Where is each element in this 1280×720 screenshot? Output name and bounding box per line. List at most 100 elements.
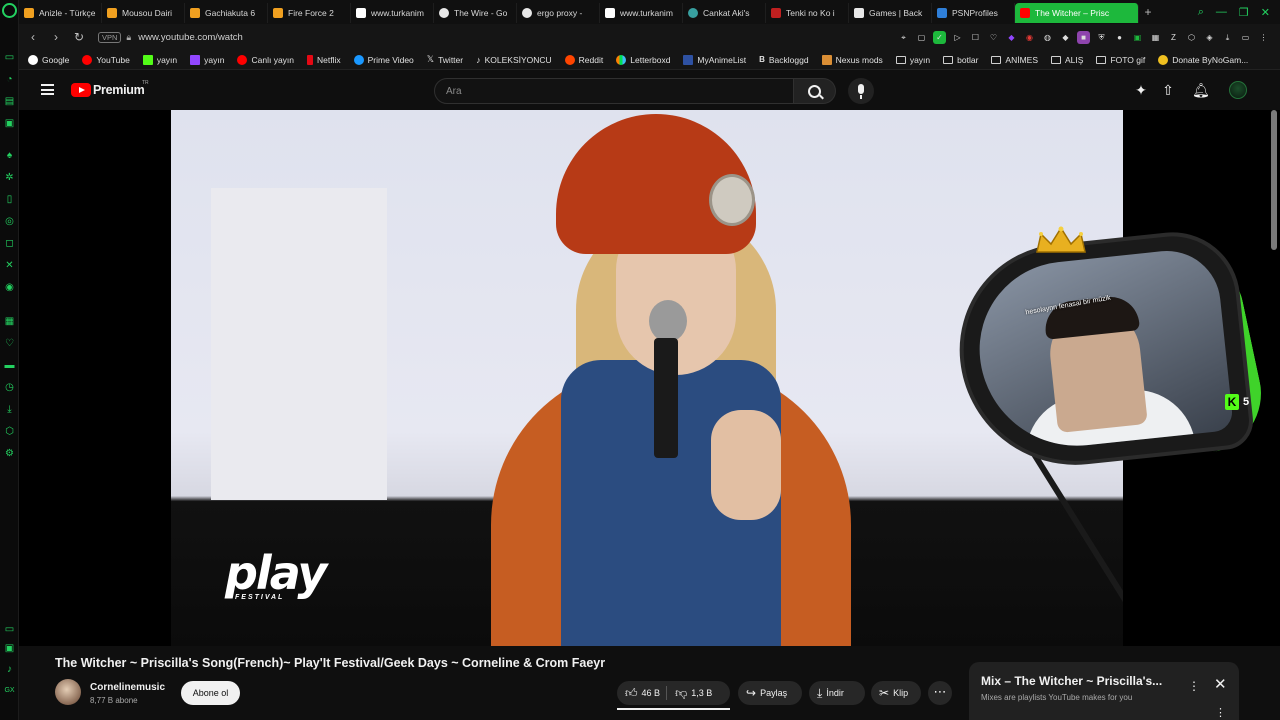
mix-close-icon[interactable]: ✕ <box>1214 675 1227 693</box>
more-actions-button[interactable]: ⋯ <box>928 681 952 705</box>
whatsapp-icon[interactable]: ◎ <box>4 216 15 227</box>
clip-button[interactable]: ✂ Klip <box>871 681 921 705</box>
tab[interactable]: Gachiakuta 6 <box>185 3 268 23</box>
thumbs-down-icon[interactable]: 👎︎ <box>675 686 687 701</box>
bookmark-item[interactable]: Netflix <box>307 54 341 65</box>
bookmark-item[interactable]: yayın <box>142 54 177 65</box>
bookmark-folder[interactable]: ALIŞ <box>1051 55 1083 65</box>
thumbs-up-icon[interactable]: 👍︎ <box>625 686 638 701</box>
tab[interactable]: Mousou Dairi <box>102 3 185 23</box>
youtube-logo-icon[interactable] <box>71 83 91 97</box>
settings-gear-icon[interactable]: ⚙ <box>4 448 15 459</box>
bookmark-item[interactable]: Google <box>28 54 69 65</box>
pin-icon[interactable]: ⌖ <box>897 31 910 44</box>
tab[interactable]: Games | Back <box>849 3 932 23</box>
youtube-brand[interactable]: Premium <box>93 83 145 97</box>
bookmark-item[interactable]: 𝕏 Twitter <box>427 54 463 65</box>
bookmark-item[interactable]: Nexus mods <box>821 54 883 65</box>
tab[interactable]: ergo proxy - <box>517 3 600 23</box>
gx-corner-icon[interactable]: ▤ <box>4 96 15 107</box>
bookmark-item[interactable]: MyAnimeList <box>683 54 746 65</box>
new-tab-button[interactable]: + <box>1139 5 1157 19</box>
battery-icon[interactable]: ▬ <box>4 360 15 371</box>
create-icon[interactable]: ✦ <box>1133 82 1149 98</box>
tab[interactable]: Anizle - Türkçe <box>19 3 102 23</box>
url-field[interactable]: www.youtube.com/watch <box>138 32 243 43</box>
hamburger-menu-icon[interactable] <box>41 84 54 95</box>
maximize-icon[interactable]: ❐ <box>1239 6 1249 19</box>
mix-title[interactable]: Mix – The Witcher ~ Priscilla's... <box>981 674 1162 688</box>
ext-cube-icon[interactable]: ◈ <box>1203 31 1216 44</box>
upload-arrow-icon[interactable]: ⇧ <box>1160 82 1176 98</box>
ext-shield-icon[interactable]: ⛨ <box>1095 31 1108 44</box>
search-button[interactable] <box>794 78 836 104</box>
bookmark-folder[interactable]: ANİMES <box>991 55 1038 65</box>
tab[interactable]: www.turkanim <box>600 3 683 23</box>
search-input[interactable] <box>435 79 775 103</box>
ext-z-icon[interactable]: Z <box>1167 31 1180 44</box>
chatgpt-icon[interactable]: ✲ <box>4 172 15 183</box>
search-tabs-icon[interactable]: ⌕ <box>1198 6 1204 19</box>
music-icon[interactable]: ♪ <box>4 664 15 675</box>
tab[interactable]: Cankat Aki's <box>683 3 766 23</box>
tab[interactable]: The Wire - Go <box>434 3 517 23</box>
bookmark-item[interactable]: yayın <box>190 54 224 65</box>
ext-bttv-icon[interactable]: ▦ <box>1149 31 1162 44</box>
vpn-badge[interactable]: VPN <box>98 31 122 43</box>
close-icon[interactable]: ✕ <box>1261 6 1270 19</box>
menu-icon[interactable]: ⋮ <box>1257 31 1270 44</box>
messenger-icon[interactable]: ▣ <box>4 118 15 129</box>
x-icon[interactable]: ✕ <box>4 260 15 271</box>
camera-icon[interactable]: ▭ <box>1239 31 1252 44</box>
bookmark-item[interactable]: Letterboxd <box>616 54 670 65</box>
back-arrow-icon[interactable]: ‹ <box>24 30 42 44</box>
bookmark-item[interactable]: B Backloggd <box>759 55 808 65</box>
mix-item-menu-icon[interactable]: ⋮ <box>1215 706 1226 719</box>
heart-outline-icon[interactable]: ♡ <box>987 31 1000 44</box>
tab[interactable]: PSNProfiles <box>932 3 1015 23</box>
like-count[interactable]: 46 B <box>642 688 661 698</box>
bookmark-folder[interactable]: yayın <box>895 55 930 65</box>
ext-diamond-icon[interactable]: ◆ <box>1059 31 1072 44</box>
gx-cleaner-icon[interactable]: ◔ <box>4 74 15 85</box>
heart-icon[interactable]: ♡ <box>4 338 15 349</box>
tab[interactable]: Tenki no Ko i <box>766 3 849 23</box>
bookmark-icon[interactable]: ☐ <box>969 31 982 44</box>
ext-green-icon[interactable]: ▣ <box>1131 31 1144 44</box>
bookmark-item[interactable]: Canlı yayın <box>237 54 294 65</box>
tab-active[interactable]: The Witcher – Prisc <box>1015 3 1139 23</box>
channel-avatar[interactable] <box>55 679 81 705</box>
apps-grid-icon[interactable]: ▦ <box>4 316 15 327</box>
game-icon[interactable]: ♠ <box>4 150 15 161</box>
cpu-limiter-icon[interactable]: ▭ <box>4 624 15 635</box>
download-button[interactable]: ⤓ İndir <box>809 681 865 705</box>
channel-name[interactable]: Cornelinemusic <box>90 682 165 693</box>
bookmark-item[interactable]: ♪ KOLEKSİYONCU <box>476 55 552 65</box>
ext-violet-icon[interactable]: ■ <box>1077 30 1090 44</box>
ext-purple-icon[interactable]: ◆ <box>1005 31 1018 44</box>
tab[interactable]: Fire Force 2 <box>268 3 351 23</box>
reload-icon[interactable]: ↻ <box>70 30 88 44</box>
share-button[interactable]: ↪ Paylaş <box>738 681 802 705</box>
page-scrollbar[interactable] <box>1271 110 1277 250</box>
tab[interactable]: www.turkanim <box>351 3 434 23</box>
gx-control-icon[interactable]: ▭ <box>4 52 15 63</box>
twitch-icon[interactable]: ▯ <box>4 194 15 205</box>
snapshot-icon[interactable]: ▢ <box>915 31 928 44</box>
voice-search-mic-icon[interactable] <box>848 78 874 104</box>
bookmark-item[interactable]: Reddit <box>564 54 603 65</box>
bookmark-folder[interactable]: botlar <box>943 55 978 65</box>
play-icon[interactable]: ▷ <box>951 31 964 44</box>
notifications-bell-icon[interactable]: 🔔︎ <box>1192 82 1210 98</box>
downloads-icon[interactable]: ⤓ <box>4 404 15 415</box>
forward-arrow-icon[interactable]: › <box>47 30 65 44</box>
download-icon[interactable]: ⤓ <box>1221 31 1234 44</box>
bookmark-folder[interactable]: FOTO gif <box>1096 55 1145 65</box>
opera-gx-logo-icon[interactable] <box>2 3 17 18</box>
ext-cookie-icon[interactable]: ● <box>1113 31 1126 44</box>
adblock-shield-icon[interactable]: ✓ <box>933 30 946 44</box>
ext-lastpass-icon[interactable]: ◍ <box>1041 31 1054 44</box>
gx-badge-icon[interactable]: GX <box>4 685 15 696</box>
bookmark-item[interactable]: Donate ByNoGam... <box>1158 54 1248 65</box>
lock-icon[interactable]: 🔒︎ <box>126 32 131 43</box>
